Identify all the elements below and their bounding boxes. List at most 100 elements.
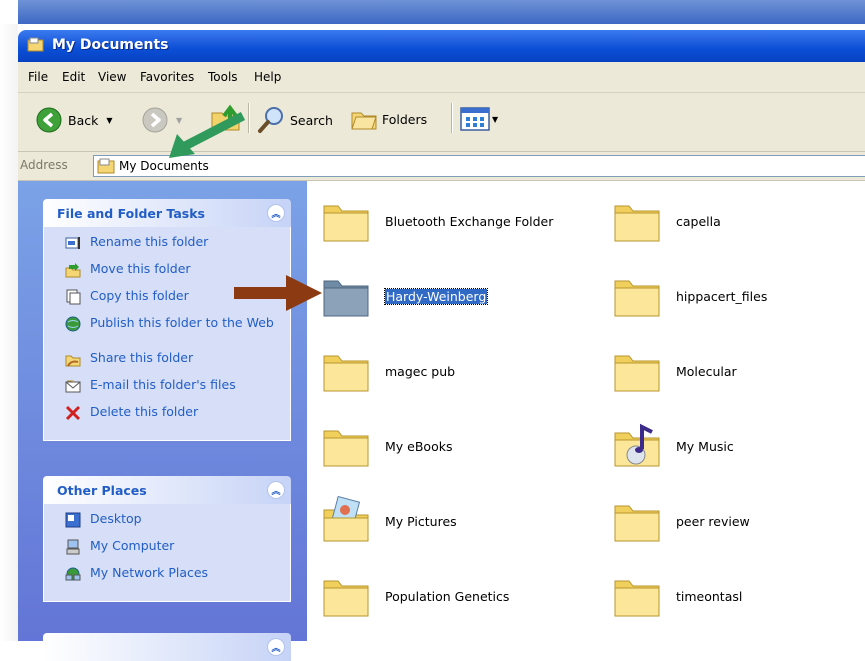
file-name: peer review	[676, 513, 750, 529]
rename-icon	[65, 237, 80, 249]
task-publish-folder-web[interactable]: Publish this folder to the Web	[44, 316, 290, 346]
folder-item[interactable]: My eBooks	[321, 421, 452, 471]
back-dropdown-icon[interactable]: ▼	[106, 116, 112, 125]
views-button[interactable]: ▼	[460, 107, 498, 131]
file-name: magec pub	[385, 363, 456, 379]
panel-body: Rename this folder Move this folder Copy…	[43, 227, 291, 441]
folder-icon	[323, 430, 369, 467]
collapse-chevron-icon[interactable]: ︽	[267, 204, 285, 222]
menu-file[interactable]: File	[28, 70, 48, 84]
file-name: capella	[676, 213, 721, 229]
title-bar[interactable]: My Documents	[18, 30, 865, 62]
other-places-panel: Other Places ︽ Desktop My Computer My Ne…	[43, 476, 291, 602]
music-folder-icon	[614, 423, 660, 467]
folder-item[interactable]: capella	[612, 196, 721, 246]
desktop-icon	[65, 512, 81, 528]
views-dropdown-icon[interactable]: ▼	[492, 115, 498, 124]
task-email-files[interactable]: E-mail this folder's files	[44, 378, 290, 400]
folders-button[interactable]: Folders	[350, 105, 427, 133]
file-name: My Music	[676, 438, 734, 454]
task-pane: File and Folder Tasks ︽ Rename this fold…	[18, 181, 307, 661]
search-icon	[258, 107, 283, 133]
file-name: timeontasl	[676, 588, 743, 604]
file-name: Molecular	[676, 363, 737, 379]
place-desktop[interactable]: Desktop	[44, 512, 290, 534]
details-panel: ︽	[43, 633, 291, 661]
folder-icon	[323, 355, 369, 392]
file-name: hippacert_files	[676, 288, 768, 304]
folder-icon	[323, 580, 369, 617]
desktop-edge-strip	[0, 24, 18, 641]
task-label: Rename this folder	[90, 234, 209, 249]
network-places-icon	[65, 567, 81, 581]
place-label: Desktop	[90, 511, 142, 526]
my-computer-icon	[66, 539, 80, 555]
delete-icon	[65, 405, 81, 421]
file-name: My eBooks	[385, 438, 453, 454]
panel-header[interactable]: File and Folder Tasks ︽	[43, 199, 291, 227]
place-my-computer[interactable]: My Computer	[44, 539, 290, 561]
folders-icon	[351, 112, 377, 130]
menu-view[interactable]: View	[98, 70, 126, 84]
menu-edit[interactable]: Edit	[62, 70, 85, 84]
my-documents-icon	[27, 37, 44, 52]
menu-bar: File Edit View Favorites Tools Help	[18, 62, 865, 93]
file-name: Hardy-Weinberg	[383, 287, 489, 305]
email-icon	[65, 380, 81, 393]
share-icon	[65, 355, 81, 367]
folder-item[interactable]: Bluetooth Exchange Folder	[321, 196, 553, 246]
toolbar: Back ▼ ▼ Search Folders ▼	[18, 93, 865, 152]
window-title: My Documents	[52, 37, 169, 53]
folder-icon	[614, 355, 660, 392]
folder-icon	[323, 280, 369, 317]
task-share-folder[interactable]: Share this folder	[44, 351, 290, 373]
folder-icon	[614, 580, 660, 617]
file-name: My Pictures	[385, 513, 457, 529]
file-folder-tasks-panel: File and Folder Tasks ︽ Rename this fold…	[43, 199, 291, 441]
file-name: Bluetooth Exchange Folder	[385, 213, 554, 229]
address-bar: Address My Documents	[18, 152, 865, 181]
panel-header[interactable]: Other Places ︽	[43, 476, 291, 504]
folder-item[interactable]: magec pub	[321, 346, 455, 396]
menu-favorites[interactable]: Favorites	[140, 70, 194, 84]
task-rename-folder[interactable]: Rename this folder	[44, 235, 290, 257]
file-view: Bluetooth Exchange Folder capella Hardy-…	[307, 181, 865, 641]
copy-icon	[66, 289, 81, 305]
search-label: Search	[290, 112, 333, 128]
task-label: Delete this folder	[90, 404, 199, 419]
collapse-chevron-icon[interactable]: ︽	[267, 481, 285, 499]
move-icon	[65, 263, 81, 278]
folder-item[interactable]: My Pictures	[321, 496, 457, 546]
pictures-folder-icon	[323, 496, 369, 542]
folder-item[interactable]: peer review	[612, 496, 750, 546]
folder-item[interactable]: hippacert_files	[612, 271, 767, 321]
menu-tools[interactable]: Tools	[208, 70, 238, 84]
task-label: Move this folder	[90, 261, 191, 276]
toolbar-separator	[451, 103, 453, 133]
folder-item[interactable]: timeontasl	[612, 571, 742, 621]
search-button[interactable]: Search	[256, 105, 333, 135]
folder-icon	[614, 205, 660, 242]
panel-title: Other Places	[57, 483, 147, 498]
folder-icon	[614, 505, 660, 542]
folder-item-selected[interactable]: Hardy-Weinberg	[321, 271, 489, 321]
folder-item[interactable]: Population Genetics	[321, 571, 509, 621]
task-label: Copy this folder	[90, 288, 189, 303]
task-label: E-mail this folder's files	[90, 377, 236, 392]
explorer-window: My Documents File Edit View Favorites To…	[18, 30, 865, 661]
menu-help[interactable]: Help	[254, 70, 281, 84]
task-delete-folder[interactable]: Delete this folder	[44, 405, 290, 427]
panel-header[interactable]: ︽	[43, 633, 291, 661]
panel-title: File and Folder Tasks	[57, 206, 205, 221]
place-label: My Computer	[90, 538, 175, 553]
my-documents-icon	[97, 158, 115, 174]
task-label: Publish this folder to the Web	[90, 315, 274, 330]
place-network-places[interactable]: My Network Places	[44, 566, 290, 588]
folder-item[interactable]: Molecular	[612, 346, 737, 396]
folder-item[interactable]: My Music	[612, 421, 734, 471]
task-label: Share this folder	[90, 350, 194, 365]
folder-icon	[614, 280, 660, 317]
back-button[interactable]: Back ▼	[36, 107, 113, 133]
publish-web-icon	[65, 316, 81, 332]
file-name: Population Genetics	[385, 588, 510, 604]
